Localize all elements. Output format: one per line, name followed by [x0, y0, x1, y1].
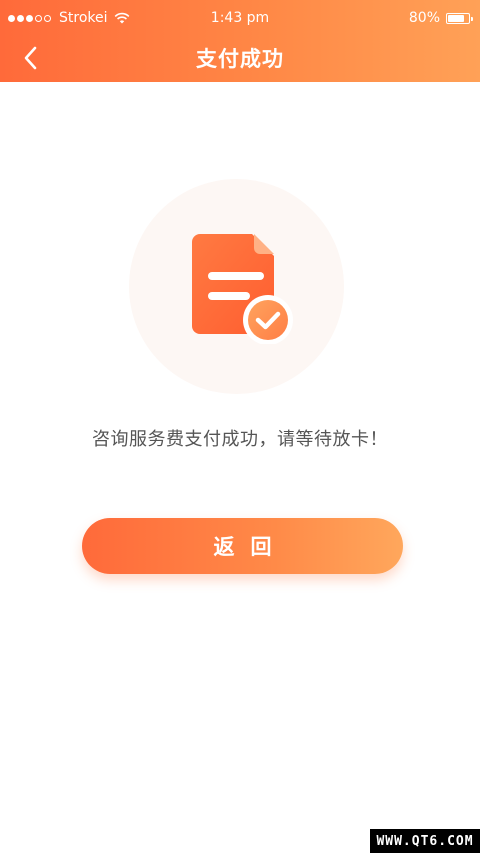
success-message: 咨询服务费支付成功，请等待放卡！	[92, 429, 388, 450]
status-right: 80%	[408, 10, 473, 26]
battery-icon	[446, 12, 473, 24]
site-watermark: WWW.QT6.COM	[370, 829, 480, 853]
page-title: 支付成功	[196, 47, 284, 71]
return-button[interactable]: 返回	[82, 518, 403, 574]
header-bar: Strokei 1:43 pm 80% 支付成功	[0, 0, 480, 82]
battery-fill	[448, 14, 464, 22]
return-button-label: 返回	[213, 535, 288, 559]
battery-percent: 80%	[408, 10, 440, 26]
nav-bar: 支付成功	[0, 36, 480, 82]
status-bar: Strokei 1:43 pm 80%	[0, 0, 480, 36]
document-check-icon	[192, 234, 293, 344]
